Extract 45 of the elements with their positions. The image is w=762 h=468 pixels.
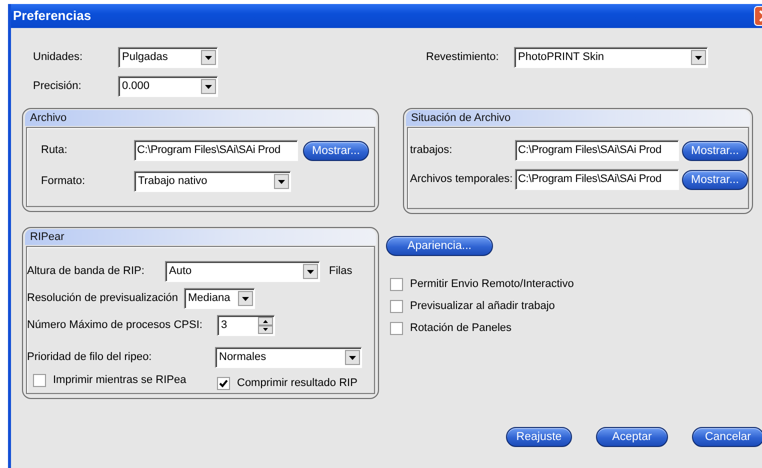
path-field[interactable]: C:\Program Files\SAi\SAi Prod xyxy=(515,169,679,190)
dropdown[interactable]: Mediana xyxy=(184,288,255,309)
path-field[interactable]: C:\Program Files\SAi\SAi Prod xyxy=(134,140,298,161)
unit-label: Filas xyxy=(329,264,352,278)
number-spinner[interactable]: 3 xyxy=(217,315,275,336)
checkbox-label: Permitir Envio Remoto/Interactivo xyxy=(410,278,574,292)
appearance-button[interactable]: Apariencia... xyxy=(386,236,493,256)
dialog-button[interactable]: Aceptar xyxy=(596,427,668,447)
group-title: RIPear xyxy=(25,229,376,245)
group-title: Situación de Archivo xyxy=(406,110,750,126)
dropdown[interactable]: Trabajo nativo xyxy=(134,171,291,192)
field-label: Altura de banda de RIP: xyxy=(27,264,146,278)
window-title: Preferencias xyxy=(13,8,92,24)
field-label: Formato: xyxy=(41,174,86,188)
checkbox-label: Previsualizar al añadir trabajo xyxy=(410,300,555,314)
dropdown[interactable]: 0.000 xyxy=(118,76,218,97)
group-title: Archivo xyxy=(25,110,376,126)
dropdown[interactable]: Auto xyxy=(165,261,320,282)
dropdown[interactable]: PhotoPRINT Skin xyxy=(514,47,708,68)
field-label: Resolución de previsualización xyxy=(27,292,180,306)
checkbox[interactable] xyxy=(390,322,403,336)
checkbox-label: Rotación de Paneles xyxy=(410,322,512,336)
dropdown[interactable]: Normales xyxy=(215,347,362,368)
field-label: Ruta: xyxy=(41,144,68,158)
checkbox[interactable] xyxy=(390,300,403,314)
browse-button[interactable]: Mostrar... xyxy=(303,140,369,160)
checkbox[interactable] xyxy=(217,377,230,390)
spinner-arrows-icon[interactable] xyxy=(258,317,273,334)
field-label: trabajos: xyxy=(410,144,454,158)
dropdown[interactable]: Pulgadas xyxy=(118,47,218,68)
field-label: Archivos temporales: xyxy=(410,172,514,186)
browse-button[interactable]: Mostrar... xyxy=(682,140,748,160)
checkbox[interactable] xyxy=(33,374,46,388)
browse-button[interactable]: Mostrar... xyxy=(682,170,748,190)
dialog-button[interactable]: Cancelar xyxy=(692,427,762,447)
dialog-button[interactable]: Reajuste xyxy=(506,427,572,447)
checkbox-label: Imprimir mientras se RIPea xyxy=(53,374,186,388)
field-label: Precisión: xyxy=(33,80,82,94)
field-label: Prioridad de filo del ripeo: xyxy=(27,350,153,364)
field-label: Número Máximo de procesos CPSI: xyxy=(27,318,204,332)
checkbox[interactable] xyxy=(390,278,403,292)
field-label: Unidades: xyxy=(33,50,84,64)
path-field[interactable]: C:\Program Files\SAi\SAi Prod xyxy=(515,140,679,161)
field-label: Revestimiento: xyxy=(426,50,500,64)
checkbox-label: Comprimir resultado RIP xyxy=(237,377,358,390)
